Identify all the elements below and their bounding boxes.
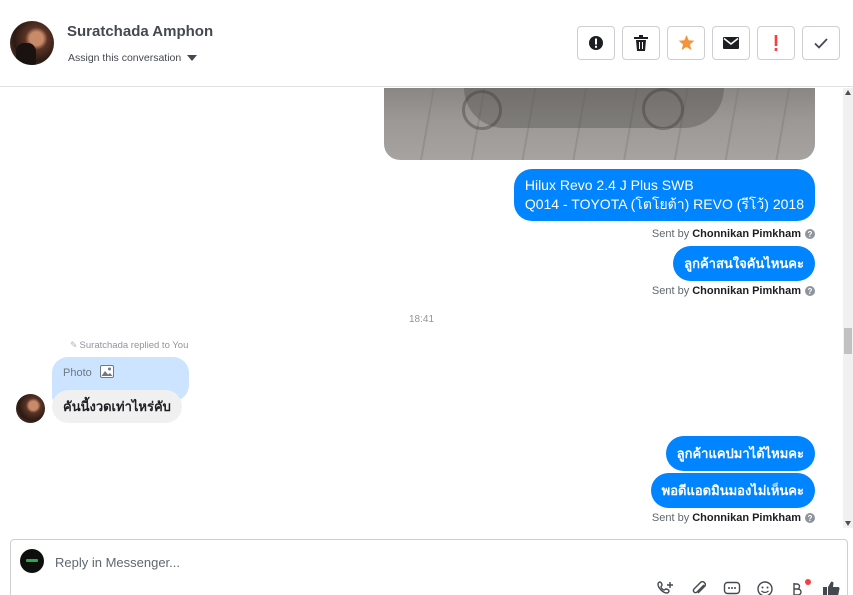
follow-up-button[interactable] [757,26,795,60]
outgoing-message[interactable]: ลูกค้าสนใจคันไหนคะ [673,246,815,281]
scroll-down-arrow-icon[interactable] [845,521,851,526]
message-timestamp: 18:41 [408,314,435,325]
conversation-actions [577,26,840,60]
emoji-icon[interactable] [756,581,775,595]
currency-icon[interactable] [789,579,811,595]
contact-name[interactable]: Suratchada Amphon [67,23,213,40]
contact-avatar-small[interactable] [16,394,45,423]
outgoing-message[interactable]: ลูกค้าแคปมาได้ไหมคะ [665,436,815,471]
caret-down-icon [187,55,198,61]
message-thread: Hilux Revo 2.4 J Plus SWB Q014 - TOYOTA … [0,88,843,528]
notification-dot [805,579,811,585]
help-icon[interactable]: ? [805,513,815,523]
call-add-icon[interactable] [657,581,676,595]
sent-by-label: Sent by Chonnikan Pimkham ? [652,228,815,240]
mark-unread-button[interactable] [712,26,750,60]
incoming-message[interactable]: คันนี้งวดเท่าไหร่คับ [52,390,182,423]
assign-conversation-dropdown[interactable]: Assign this conversation [68,52,198,64]
car-photo-attachment[interactable] [384,88,815,160]
reply-icon: ✎ [70,340,78,350]
page-logo [20,549,44,573]
attachment-icon[interactable] [690,581,709,595]
agent-name[interactable]: Chonnikan Pimkham [692,512,801,524]
sent-by-label: Sent by Chonnikan Pimkham ? [652,285,815,297]
quoted-label: Photo [63,367,92,379]
message-line: Q014 - TOYOTA (โตโยต้า) REVO (รีโว้) 201… [524,196,804,212]
image-icon [100,365,114,378]
delete-button[interactable] [622,26,660,60]
thread-scrollbar[interactable] [843,88,853,528]
help-icon[interactable]: ? [805,229,815,239]
star-button[interactable] [667,26,705,60]
mark-spam-button[interactable] [577,26,615,60]
contact-avatar[interactable] [10,21,54,65]
sent-by-label: Sent by Chonnikan Pimkham ? [652,512,815,524]
exclamation-icon [774,35,778,51]
check-icon [814,37,828,49]
saved-replies-icon[interactable] [723,581,742,595]
scrollbar-thumb[interactable] [844,328,852,354]
outgoing-message[interactable]: พอดีแอดมินมองไม่เห็นคะ [650,473,815,508]
help-icon[interactable]: ? [805,286,815,296]
composer-tools [657,579,841,595]
message-line: Hilux Revo 2.4 J Plus SWB [524,177,694,193]
trash-icon [634,35,648,51]
alert-circle-icon [589,36,603,50]
scroll-up-arrow-icon[interactable] [845,90,851,95]
star-icon [678,35,694,50]
mark-done-button[interactable] [802,26,840,60]
reply-input[interactable] [55,552,555,572]
agent-name[interactable]: Chonnikan Pimkham [692,285,801,297]
outgoing-message[interactable]: Hilux Revo 2.4 J Plus SWB Q014 - TOYOTA … [513,169,815,221]
reply-composer [10,539,848,595]
conversation-header: Suratchada Amphon Assign this conversati… [0,0,853,87]
like-icon[interactable] [822,581,841,595]
envelope-icon [723,37,739,49]
assign-label: Assign this conversation [68,52,182,64]
reply-note: ✎ Suratchada replied to You [70,340,189,351]
agent-name[interactable]: Chonnikan Pimkham [692,228,801,240]
